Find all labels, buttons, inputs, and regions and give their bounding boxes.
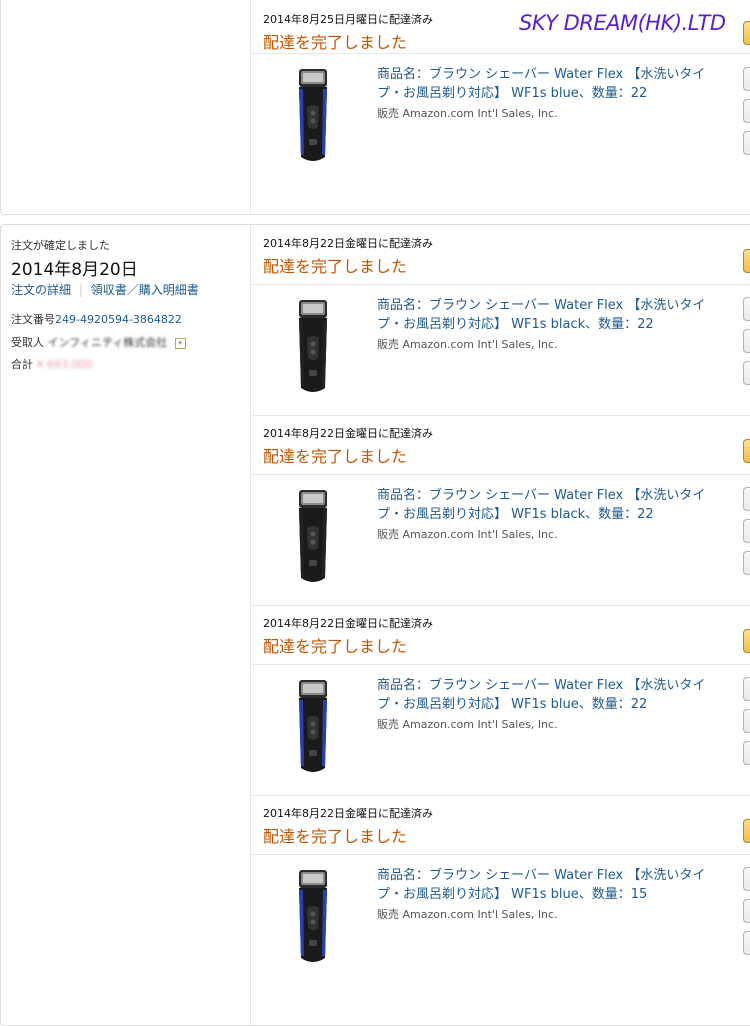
order-number[interactable]: 249-4920594-3864822 (55, 313, 182, 326)
shipment-header: 2014年8月22日金曜日に配達済み 配達を完了しました (263, 795, 433, 847)
link-separator: | (78, 283, 83, 297)
order-number-label: 注文番号 (11, 313, 55, 326)
action-button[interactable] (743, 297, 750, 321)
shipment-header: 2014年8月22日金曜日に配達済み 配達を完了しました (263, 415, 433, 467)
action-button[interactable] (743, 931, 750, 955)
order-number-row: 注文番号249-4920594-3864822 (11, 311, 182, 327)
seller-text: 販売 Amazon.com Int'l Sales, Inc. (377, 718, 558, 731)
action-button[interactable] (743, 99, 750, 123)
delivery-status: 配達を完了しました (263, 827, 408, 846)
order-card-previous: 2014年8月25日月曜日に配達済み 配達を完了しました 商品名：ブラウン シェ… (0, 0, 750, 215)
action-button[interactable] (743, 487, 750, 511)
total-label: 合計 (11, 358, 33, 371)
recipient-label: 受取人 (11, 336, 44, 349)
delivery-status: 配達を完了しました (263, 637, 408, 656)
delivered-date: 2014年8月22日金曜日に配達済み (263, 617, 433, 630)
order-date: 2014年8月20日 (11, 260, 138, 280)
action-button[interactable] (743, 741, 750, 765)
shaver-image (299, 69, 327, 161)
shipment-2: 2014年8月22日金曜日に配達済み 配達を完了しました 商品名：ブラウン シェ… (251, 415, 750, 605)
order-details-link[interactable]: 注文の詳細 (11, 283, 71, 297)
product-image[interactable] (291, 298, 335, 398)
action-button[interactable] (743, 329, 750, 353)
seller-text: 販売 Amazon.com Int'l Sales, Inc. (377, 908, 558, 921)
delivered-date: 2014年8月22日金曜日に配達済み (263, 237, 433, 250)
action-button[interactable] (743, 677, 750, 701)
order-links: 注文の詳細 | 領収書／購入明細書 (11, 281, 199, 298)
delivery-status: 配達を完了しました (263, 257, 408, 276)
order-info-column (1, 0, 251, 214)
seller-text: 販売 Amazon.com Int'l Sales, Inc. (377, 338, 558, 351)
action-button[interactable] (743, 709, 750, 733)
recipient-name[interactable]: インフィニティ株式会社 (48, 336, 168, 349)
product-title-link[interactable]: 商品名：ブラウン シェーバー Water Flex 【水洗いタイプ・お風呂剃り対… (377, 676, 722, 714)
shaver-image (299, 680, 327, 772)
delivered-date: 2014年8月25日月曜日に配達済み (263, 13, 433, 26)
track-package-button[interactable] (743, 629, 750, 653)
shipment-4: 2014年8月22日金曜日に配達済み 配達を完了しました 商品名：ブラウン シェ… (251, 795, 750, 995)
divider (251, 53, 750, 54)
delivered-date: 2014年8月22日金曜日に配達済み (263, 807, 433, 820)
seller-text: 販売 Amazon.com Int'l Sales, Inc. (377, 107, 558, 120)
receipt-link[interactable]: 領収書／購入明細書 (91, 283, 199, 297)
total-value: ¥ 693,000 (36, 358, 93, 371)
product-image[interactable] (291, 67, 335, 167)
shipment-3: 2014年8月22日金曜日に配達済み 配達を完了しました 商品名：ブラウン シェ… (251, 605, 750, 795)
action-button[interactable] (743, 519, 750, 543)
recipient-row: 受取人 インフィニティ株式会社 ▾ (11, 334, 186, 350)
action-button[interactable] (743, 361, 750, 385)
product-image[interactable] (291, 868, 335, 968)
shipment-header: 2014年8月25日月曜日に配達済み 配達を完了しました (263, 1, 433, 53)
order-card: 注文が確定しました 2014年8月20日 注文の詳細 | 領収書／購入明細書 注… (0, 224, 750, 1026)
order-info-column: 注文が確定しました 2014年8月20日 注文の詳細 | 領収書／購入明細書 注… (1, 225, 251, 1025)
product-image[interactable] (291, 678, 335, 778)
seller-text: 販売 Amazon.com Int'l Sales, Inc. (377, 528, 558, 541)
product-image[interactable] (291, 488, 335, 588)
shipment-header: 2014年8月22日金曜日に配達済み 配達を完了しました (263, 225, 433, 277)
product-title-link[interactable]: 商品名：ブラウン シェーバー Water Flex 【水洗いタイプ・お風呂剃り対… (377, 296, 722, 334)
divider (251, 854, 750, 855)
shipment-1: 2014年8月22日金曜日に配達済み 配達を完了しました 商品名：ブラウン シェ… (251, 225, 750, 415)
action-button[interactable] (743, 867, 750, 891)
shaver-image (299, 300, 327, 392)
action-button[interactable] (743, 67, 750, 91)
action-button[interactable] (743, 899, 750, 923)
order-confirmed-label: 注文が確定しました (11, 239, 110, 252)
track-package-button[interactable] (743, 819, 750, 843)
action-button[interactable] (743, 551, 750, 575)
divider (251, 664, 750, 665)
track-package-button[interactable] (743, 439, 750, 463)
delivered-date: 2014年8月22日金曜日に配達済み (263, 427, 433, 440)
watermark-text: SKY DREAM(HK).LTD (519, 11, 726, 35)
divider (251, 284, 750, 285)
action-button[interactable] (743, 131, 750, 155)
track-package-button[interactable] (743, 249, 750, 273)
delivery-status: 配達を完了しました (263, 447, 408, 466)
total-row: 合計 ¥ 693,000 (11, 356, 92, 372)
product-title-link[interactable]: 商品名：ブラウン シェーバー Water Flex 【水洗いタイプ・お風呂剃り対… (377, 866, 722, 904)
product-title-link[interactable]: 商品名：ブラウン シェーバー Water Flex 【水洗いタイプ・お風呂剃り対… (377, 486, 722, 524)
product-title-link[interactable]: 商品名：ブラウン シェーバー Water Flex 【水洗いタイプ・お風呂剃り対… (377, 65, 722, 103)
delivery-status: 配達を完了しました (263, 33, 408, 52)
shaver-image (299, 490, 327, 582)
track-package-button[interactable] (743, 21, 750, 45)
chevron-down-icon[interactable]: ▾ (174, 337, 186, 349)
shaver-image (299, 870, 327, 962)
shipment-header: 2014年8月22日金曜日に配達済み 配達を完了しました (263, 605, 433, 657)
divider (251, 474, 750, 475)
